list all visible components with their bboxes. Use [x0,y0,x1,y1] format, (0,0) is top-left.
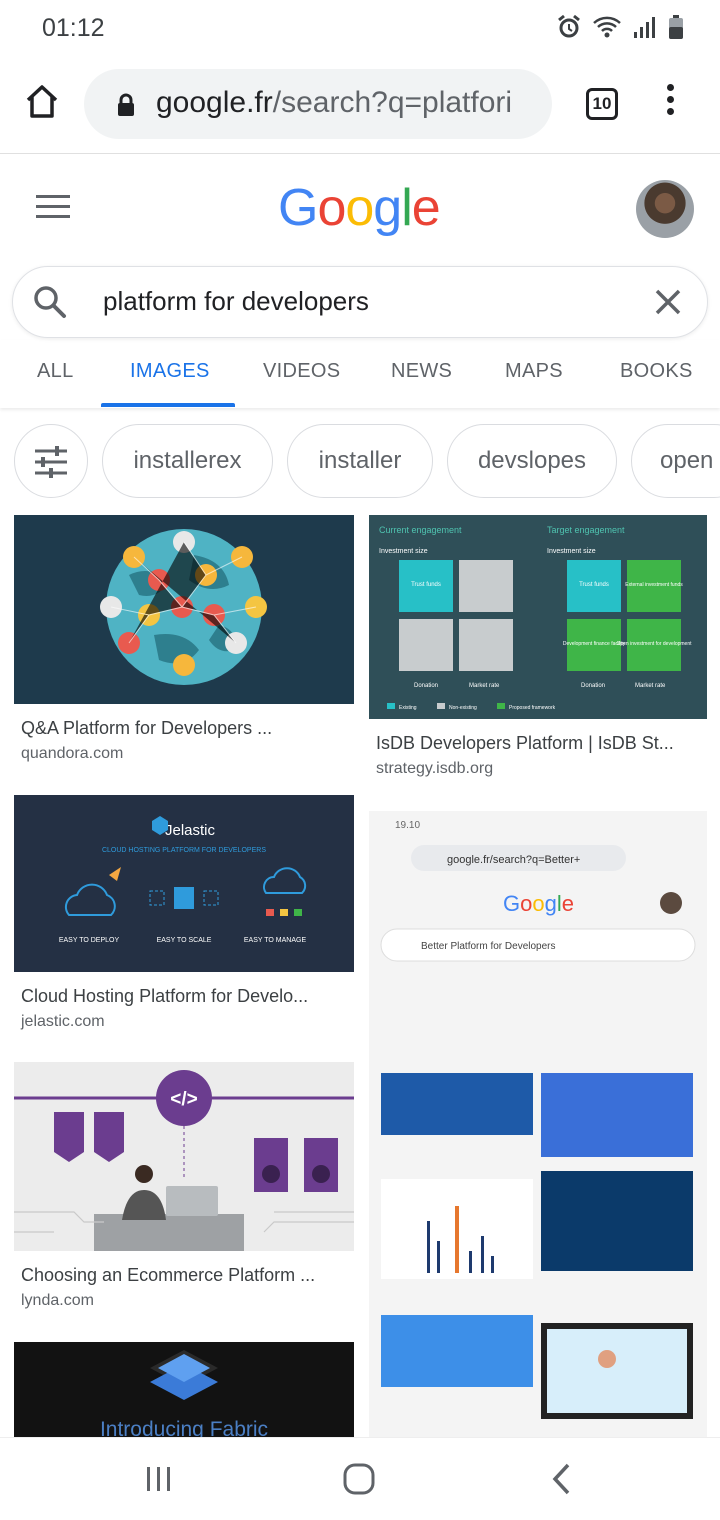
isdb-legend-nonexisting: Non-existing [449,705,477,711]
result-source: lynda.com [21,1292,94,1309]
tab-news[interactable]: NEWS [391,360,452,383]
url-text: google.fr/search?q=platfori [156,86,512,120]
isdb-investment-label: Investment size [379,548,428,555]
home-icon[interactable] [22,82,62,122]
battery-icon [669,15,683,39]
fabric-image: Introducing Fabric [100,1350,268,1437]
image-result[interactable]: Jelastic CLOUD HOSTING PLATFORM FOR DEVE… [14,795,354,1031]
isdb-market-label: Market rate [469,683,500,689]
search-icon[interactable] [33,285,67,319]
shot-query: Better Platform for Developers [421,941,556,952]
result-thumbnail[interactable]: </> [14,1062,354,1251]
screenshot-image: 19.10 google.fr/search?q=Better+ Google … [369,811,707,1437]
status-time: 01:12 [42,14,105,42]
isdb-trust-label: Trust funds [411,582,441,588]
search-input[interactable]: platform for developers [103,286,369,317]
google-header: Google [0,154,720,264]
isdb-investment-label: Investment size [547,548,596,555]
code-tag: </> [170,1089,197,1110]
isdb-current-label: Current engagement [379,525,462,535]
image-result[interactable]: Introducing Fabric [14,1342,354,1437]
search-tabs: ALL IMAGES VIDEOS NEWS MAPS BOOKS [0,340,720,408]
isdb-donation-label: Donation [414,683,438,689]
system-nav-bar [0,1437,720,1520]
result-thumbnail[interactable]: Jelastic CLOUD HOSTING PLATFORM FOR DEVE… [14,795,354,972]
isdb-matrix-image: Current engagement Target engagement Inv… [379,525,692,711]
avatar[interactable] [636,180,694,238]
result-title: Introducing Fabric [100,1418,268,1437]
wifi-icon [593,16,621,38]
chip-open[interactable]: open [631,424,720,498]
close-icon[interactable] [653,287,683,317]
tab-books[interactable]: BOOKS [620,360,693,383]
recents-icon[interactable] [145,1466,173,1492]
jelastic-tagline: CLOUD HOSTING PLATFORM FOR DEVELOPERS [102,847,266,854]
tab-maps[interactable]: MAPS [505,360,563,383]
jelastic-brand: Jelastic [165,822,216,839]
image-result[interactable]: Q&A Platform for Developers ... quandora… [14,515,354,763]
result-title[interactable]: Q&A Platform for Developers ... [14,718,354,739]
chip-installerex[interactable]: installerex [102,424,273,498]
status-icons [556,14,684,40]
isdb-target-label: Target engagement [547,525,625,535]
jelastic-image: Jelastic CLOUD HOSTING PLATFORM FOR DEVE… [59,816,307,944]
result-thumbnail[interactable]: 19.10 google.fr/search?q=Better+ Google … [369,811,707,1437]
result-source: quandora.com [21,745,124,762]
shot-time: 19.10 [395,820,420,831]
tab-switcher-button[interactable]: 10 [586,88,618,120]
signal-icon [634,17,655,38]
jelastic-deploy-label: EASY TO DEPLOY [59,937,120,944]
jelastic-scale-label: EASY TO SCALE [157,937,212,944]
globe-network-image [100,529,267,685]
result-title[interactable]: IsDB Developers Platform | IsDB St... [369,733,707,754]
google-logo[interactable]: Google [278,178,441,238]
image-result[interactable]: 19.10 google.fr/search?q=Better+ Google … [369,811,707,1437]
url-host: google.fr [156,86,273,119]
address-bar[interactable]: google.fr/search?q=platfori [84,69,552,139]
status-bar: 01:12 [0,0,720,56]
result-source: strategy.isdb.org [376,760,494,777]
isdb-trust-label: Trust funds [579,582,609,588]
tab-videos[interactable]: VIDEOS [263,360,340,383]
shot-url: google.fr/search?q=Better+ [447,854,580,866]
image-result[interactable]: </> Choosing an Ecommerce Platform ... l… [14,1062,354,1310]
back-icon[interactable] [551,1463,571,1495]
isdb-open-label: Open investment for development [616,641,692,647]
lock-icon [118,93,134,116]
url-path: /search?q=platfori [272,86,513,119]
image-result[interactable]: Current engagement Target engagement Inv… [369,515,707,778]
jelastic-manage-label: EASY TO MANAGE [244,937,307,944]
ecommerce-image: </> [14,1062,354,1251]
home-nav-icon[interactable] [343,1463,375,1495]
isdb-donation-label: Donation [581,683,605,689]
more-menu-icon[interactable] [660,84,680,124]
result-thumbnail[interactable]: Current engagement Target engagement Inv… [369,515,707,719]
isdb-external-label: External investment funds [625,582,683,588]
isdb-legend-existing: Existing [399,705,417,711]
active-tab-indicator [101,403,235,407]
isdb-legend-proposed: Proposed framework [509,705,556,711]
result-title[interactable]: Cloud Hosting Platform for Develo... [14,986,354,1007]
tab-all[interactable]: ALL [37,360,74,383]
alarm-icon [558,14,580,38]
result-title[interactable]: Choosing an Ecommerce Platform ... [14,1265,354,1286]
tune-icon [35,446,67,478]
chip-devslopes[interactable]: devslopes [447,424,617,498]
isdb-market-label: Market rate [635,683,666,689]
browser-toolbar: google.fr/search?q=platfori 10 [0,56,720,154]
search-box[interactable]: platform for developers [12,266,708,338]
result-thumbnail[interactable] [14,515,354,704]
result-thumbnail[interactable]: Introducing Fabric [14,1342,354,1437]
chip-installer[interactable]: installer [287,424,433,498]
filter-chip[interactable] [14,424,88,498]
tab-images[interactable]: IMAGES [130,360,210,383]
menu-icon[interactable] [36,195,70,225]
result-source: jelastic.com [21,1013,105,1030]
svg-text:Google: Google [503,891,574,916]
